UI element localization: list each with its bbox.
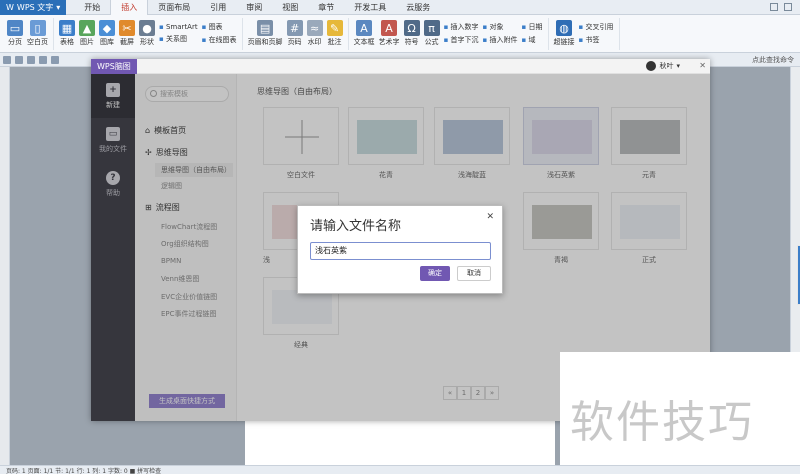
app-menu-button[interactable]: W WPS 文字 ▾ bbox=[0, 0, 67, 15]
first-letter-button[interactable]: 首字下沉 bbox=[444, 35, 479, 45]
tab-4[interactable]: 审阅 bbox=[236, 0, 272, 15]
redo-icon[interactable] bbox=[51, 55, 59, 64]
page-number-icon: # bbox=[286, 20, 303, 36]
watermark-icon: ≈ bbox=[306, 20, 323, 36]
insert-group-2: 对象 插入附件 bbox=[483, 22, 518, 45]
textbox-button[interactable]: A 文本框 bbox=[354, 20, 375, 47]
ribbon-group-text: A文本框 A艺术字 Ω符号 π公式 插入数字 首字下沉 对象 插入附件 日期 域 bbox=[349, 17, 549, 50]
save-icon[interactable] bbox=[15, 55, 23, 64]
dialog-title: 请输入文件名称 bbox=[310, 219, 402, 234]
header-footer-icon: ▤ bbox=[257, 20, 274, 36]
undo-icon[interactable] bbox=[39, 55, 47, 64]
page-break-button[interactable]: ▭ 分页 bbox=[7, 20, 23, 47]
ok-button[interactable]: 确定 bbox=[420, 266, 450, 281]
insert-group-3: 日期 域 bbox=[522, 22, 543, 45]
vertical-ruler bbox=[0, 67, 10, 465]
bookmark-button[interactable]: 书签 bbox=[579, 35, 614, 45]
status-text: 页码: 1 页面: 1/1 节: 1/1 行: 1 列: 1 字数: 0 ■ 拼… bbox=[6, 467, 162, 474]
picture-button[interactable]: ▲ 图片 bbox=[79, 20, 95, 47]
ribbon: ▭分页 ▯空白页 ▦表格 ▲图片 ◆图库 ✂截屏 ●形状 SmartArt 关系… bbox=[0, 15, 800, 53]
shape-icon: ● bbox=[139, 20, 155, 36]
globe-icon: ◍ bbox=[556, 20, 573, 36]
tab-0[interactable]: 开始 bbox=[74, 0, 110, 15]
smartart-button[interactable]: SmartArt bbox=[159, 23, 198, 31]
relation-button[interactable]: 关系图 bbox=[159, 34, 198, 44]
comment-icon: ✎ bbox=[326, 20, 343, 36]
table-icon: ▦ bbox=[59, 20, 75, 36]
page-number-button[interactable]: # 页码 bbox=[286, 20, 303, 47]
tab-1[interactable]: 插入 bbox=[110, 0, 149, 15]
ribbon-tabs: 开始 插入 页面布局 引用 审阅 视图 章节 开发工具 云服务 bbox=[74, 0, 440, 15]
close-icon[interactable]: ✕ bbox=[486, 212, 494, 222]
watermark-text: 软件技巧 bbox=[570, 397, 754, 448]
help-icon[interactable] bbox=[784, 3, 792, 11]
wordart-icon: A bbox=[381, 20, 398, 36]
chart-group: 图表 在线图表 bbox=[202, 22, 237, 45]
chart-button[interactable]: 图表 bbox=[202, 22, 237, 32]
app-title: WPS 文字 bbox=[16, 2, 54, 12]
online-chart-button[interactable]: 在线图表 bbox=[202, 35, 237, 45]
mindmap-user[interactable]: 秋叶 ▾ bbox=[646, 61, 680, 71]
watermark-button[interactable]: ≈ 水印 bbox=[306, 20, 323, 47]
blank-page-button[interactable]: ▯ 空白页 bbox=[27, 20, 48, 47]
tab-8[interactable]: 云服务 bbox=[396, 0, 440, 15]
pi-icon: π bbox=[423, 20, 440, 36]
page-break-icon: ▭ bbox=[7, 20, 23, 36]
status-bar: 页码: 1 页面: 1/1 节: 1/1 行: 1 列: 1 字数: 0 ■ 拼… bbox=[0, 465, 800, 474]
date-button[interactable]: 日期 bbox=[522, 22, 543, 32]
filename-input[interactable]: 浅石英紫 bbox=[310, 242, 491, 260]
tab-6[interactable]: 章节 bbox=[308, 0, 344, 15]
cross-ref-button[interactable]: 交叉引用 bbox=[579, 22, 614, 32]
ribbon-group-header: ▤ 页眉和页脚 # 页码 ≈ 水印 ✎ 批注 bbox=[243, 17, 349, 50]
avatar bbox=[646, 61, 657, 71]
gallery-button[interactable]: ◆ 图库 bbox=[99, 20, 115, 47]
command-search[interactable]: 点此查找命令 bbox=[752, 55, 794, 65]
insert-number-button[interactable]: 插入数字 bbox=[444, 22, 479, 32]
mindmap-titlebar: WPS脑图 秋叶 ▾ ✕ bbox=[91, 59, 710, 74]
object-button[interactable]: 对象 bbox=[483, 22, 518, 32]
tab-2[interactable]: 页面布局 bbox=[148, 0, 200, 15]
mindmap-badge: WPS脑图 bbox=[91, 59, 137, 74]
gallery-icon: ◆ bbox=[99, 20, 115, 36]
ribbon-group-illustrations: ▦表格 ▲图片 ◆图库 ✂截屏 ●形状 SmartArt 关系图 图表 在线图表 bbox=[54, 17, 243, 50]
picture-icon: ▲ bbox=[79, 20, 95, 36]
window-controls bbox=[770, 3, 800, 11]
wordart-button[interactable]: A 艺术字 bbox=[379, 20, 400, 47]
field-button[interactable]: 域 bbox=[522, 35, 543, 45]
cancel-button[interactable]: 取消 bbox=[457, 266, 491, 281]
chevron-down-icon: ▾ bbox=[676, 62, 680, 70]
document-page[interactable] bbox=[245, 420, 555, 465]
ribbon-tab-bar: W WPS 文字 ▾ 开始 插入 页面布局 引用 审阅 视图 章节 开发工具 云服务 bbox=[0, 0, 800, 15]
restore-icon[interactable] bbox=[770, 3, 778, 11]
tab-7[interactable]: 开发工具 bbox=[344, 0, 396, 15]
ribbon-group-pages: ▭ 分页 ▯ 空白页 bbox=[2, 17, 54, 50]
wps-logo-icon: W bbox=[6, 2, 14, 12]
omega-icon: Ω bbox=[403, 20, 420, 36]
hyperlink-button[interactable]: ◍ 超链接 bbox=[554, 20, 575, 47]
links-group: 交叉引用 书签 bbox=[579, 22, 614, 45]
print-icon[interactable] bbox=[27, 55, 35, 64]
textbox-icon: A bbox=[356, 20, 373, 36]
insert-group-1: 插入数字 首字下沉 bbox=[444, 22, 479, 45]
formula-button[interactable]: π 公式 bbox=[423, 20, 440, 47]
attachment-button[interactable]: 插入附件 bbox=[483, 35, 518, 45]
tab-5[interactable]: 视图 bbox=[272, 0, 308, 15]
header-footer-button[interactable]: ▤ 页眉和页脚 bbox=[248, 20, 283, 47]
blank-page-icon: ▯ bbox=[29, 20, 46, 36]
scissors-icon: ✂ bbox=[119, 20, 135, 36]
filename-dialog: 请输入文件名称 ✕ 浅石英紫 确定 取消 bbox=[297, 205, 503, 294]
close-icon[interactable]: ✕ bbox=[699, 61, 706, 70]
chevron-down-icon: ▾ bbox=[56, 2, 61, 12]
screenshot-button[interactable]: ✂ 截屏 bbox=[119, 20, 135, 47]
shape-button[interactable]: ● 形状 bbox=[139, 20, 155, 47]
comment-button[interactable]: ✎ 批注 bbox=[326, 20, 343, 47]
symbol-button[interactable]: Ω 符号 bbox=[403, 20, 420, 47]
tab-3[interactable]: 引用 bbox=[200, 0, 236, 15]
smartart-group: SmartArt 关系图 bbox=[159, 23, 198, 44]
ribbon-group-links: ◍超链接 交叉引用 书签 bbox=[549, 17, 620, 50]
table-button[interactable]: ▦ 表格 bbox=[59, 20, 75, 47]
watermark: 软件技巧 bbox=[560, 352, 800, 465]
open-icon[interactable] bbox=[3, 55, 11, 64]
